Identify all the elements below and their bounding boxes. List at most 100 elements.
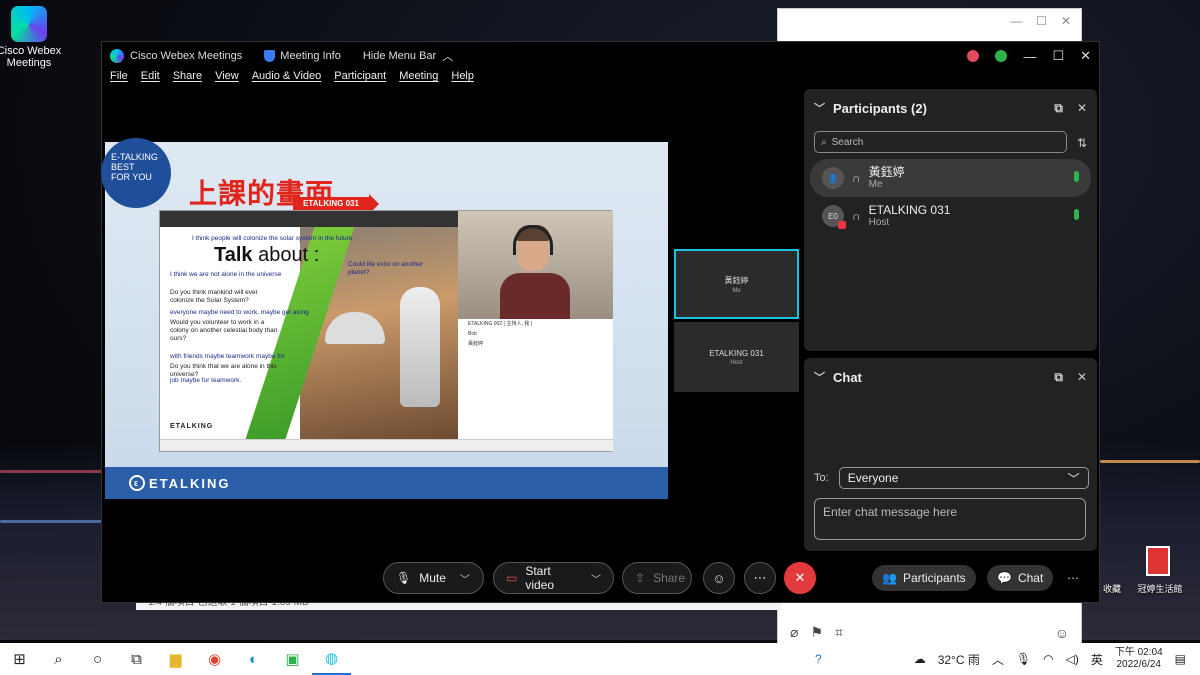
crop-icon[interactable]: ⌗	[835, 624, 843, 641]
meeting-info-button[interactable]: Meeting Info	[264, 50, 341, 62]
notification-icon[interactable]: ▤	[1175, 652, 1186, 666]
help-icon[interactable]: ?	[815, 652, 822, 666]
popout-icon[interactable]: ⧉	[1054, 370, 1063, 385]
popout-icon[interactable]: ⧉	[1054, 101, 1063, 116]
video-thumbnail-me[interactable]: 黃鈺婷 Me	[674, 249, 799, 319]
clock[interactable]: 下午 02:04 2022/6/24	[1115, 647, 1163, 671]
menu-view[interactable]: View	[215, 70, 239, 90]
participant-role: Me	[868, 179, 883, 190]
share-label: Share	[653, 571, 686, 585]
desktop-icon-label: Cisco Webex Meetings	[0, 45, 62, 69]
participants-icon: 👥	[882, 571, 897, 585]
participants-title: Participants (2)	[833, 100, 927, 116]
microphone-icon: 🎙	[396, 571, 412, 585]
participants-button[interactable]: 👥 Participants	[872, 565, 976, 591]
desktop-icon-label-right2[interactable]: 冠婷生活館	[1130, 582, 1190, 595]
overflow-menu-icon[interactable]: ⋯	[1067, 571, 1079, 585]
menu-share[interactable]: Share	[173, 70, 202, 90]
maximize-icon[interactable]: ☐	[1036, 14, 1047, 28]
collapse-chevron-icon[interactable]: ﹀	[814, 369, 825, 385]
menu-participant[interactable]: Participant	[334, 70, 386, 90]
lesson-line: job maybe for teamwork.	[170, 377, 242, 384]
minimize-icon[interactable]: —	[1023, 49, 1036, 64]
shield-icon	[264, 50, 276, 62]
cortana-icon[interactable]: ○	[78, 643, 117, 675]
volume-icon[interactable]: ◁)	[1066, 652, 1079, 666]
menu-file[interactable]: File	[110, 70, 128, 90]
participant-row[interactable]: E0 ∩ ETALKING 031 Host	[810, 197, 1091, 235]
share-button[interactable]: ⇪ Share	[622, 562, 692, 594]
start-video-button[interactable]: ▭ Start video ﹀	[493, 562, 614, 594]
windows-start-icon[interactable]: ⊞	[0, 643, 39, 675]
file-explorer-icon[interactable]: ▆	[156, 643, 195, 675]
menu-bar: File Edit Share View Audio & Video Parti…	[102, 70, 1099, 90]
microphone-icon[interactable]: 🎙	[1016, 652, 1031, 666]
chrome-icon[interactable]: ◉	[195, 643, 234, 675]
search-icon: ⌕	[821, 136, 827, 148]
menu-audio-video[interactable]: Audio & Video	[252, 70, 322, 90]
chevron-down-icon[interactable]: ﹀	[460, 571, 470, 586]
badge-line: E-TALKING	[111, 152, 158, 162]
end-meeting-button[interactable]: ✕	[784, 562, 816, 594]
minimize-icon[interactable]: —	[1010, 14, 1022, 28]
chat-button[interactable]: 💬 Chat	[987, 565, 1054, 591]
participant-name: 黃鈺婷	[868, 165, 905, 179]
chat-recipient-select[interactable]: Everyone ﹀	[838, 467, 1089, 489]
windows-taskbar: ⊞ ⌕ ○ ⧉ ▆ ◉ ◐ ▣ ◍ ? ☁ 32°C 雨 ︿ 🎙 ◠ ◁) 英 …	[0, 643, 1200, 675]
badge-line: BEST	[111, 162, 135, 172]
weather-text[interactable]: 32°C 雨	[938, 651, 980, 668]
search-icon[interactable]: ⌕	[39, 643, 78, 675]
talk-rest: about :	[258, 244, 320, 266]
lesson-line: I think we are not alone in the universe	[170, 271, 282, 278]
video-off-icon: ▭	[506, 571, 518, 585]
attach-icon[interactable]: ⌀	[790, 624, 798, 641]
chat-message-input[interactable]: Enter chat message here	[814, 498, 1086, 540]
weather-icon[interactable]: ☁	[914, 652, 926, 666]
chevron-down-icon: ﹀	[1067, 471, 1080, 486]
talk-about-heading: Talk about :	[214, 244, 319, 267]
inner-screenshot: I think people will colonize the solar s…	[159, 210, 613, 452]
video-thumbnail-host[interactable]: ETALKING 031 Host	[674, 322, 799, 392]
etalking-small-logo: ETALKING	[170, 423, 214, 430]
avatar: E0	[822, 205, 846, 229]
chevron-up-icon[interactable]: ︿	[992, 651, 1004, 668]
webex-taskbar-icon[interactable]: ◍	[312, 643, 351, 675]
menu-meeting[interactable]: Meeting	[399, 70, 438, 90]
close-panel-icon[interactable]: ✕	[1077, 101, 1087, 116]
webex-icon	[11, 6, 47, 42]
line-icon[interactable]: ▣	[273, 643, 312, 675]
more-options-button[interactable]: ⋯	[744, 562, 776, 594]
emoji-icon[interactable]: ☺	[1055, 625, 1069, 641]
hide-menu-bar-button[interactable]: Hide Menu Bar ︿	[363, 48, 453, 64]
close-icon[interactable]: ✕	[1061, 14, 1071, 28]
webex-logo-icon	[110, 49, 124, 63]
chat-recipient-value: Everyone	[847, 471, 899, 485]
sort-icon[interactable]: ⇅	[1077, 136, 1087, 150]
participants-panel: ﹀ Participants (2) ⧉ ✕ ⌕ Search ⇅ 👤 ∩ 黃鈺…	[804, 89, 1097, 351]
close-panel-icon[interactable]: ✕	[1077, 370, 1087, 385]
participant-row[interactable]: 👤 ∩ 黃鈺婷 Me	[810, 159, 1091, 197]
footer-logo-text: ETALKING	[149, 475, 231, 491]
edge-icon[interactable]: ◐	[234, 643, 273, 675]
chevron-down-icon[interactable]: ﹀	[591, 571, 601, 586]
audio-indicator-icon	[995, 50, 1008, 62]
lesson-line: everyone maybe need to work, maybe get a…	[170, 309, 309, 316]
mute-button[interactable]: 🎙 Mute ﹀	[383, 562, 484, 594]
ime-indicator[interactable]: 英	[1091, 651, 1103, 668]
close-icon[interactable]: ✕	[1080, 48, 1091, 64]
menu-help[interactable]: Help	[451, 70, 474, 90]
inner-participant: 黃鈺婷	[468, 341, 484, 347]
task-view-icon[interactable]: ⧉	[117, 643, 156, 675]
desktop-app-icon[interactable]	[1146, 546, 1170, 576]
bookmark-icon[interactable]: ⚑	[810, 624, 823, 641]
menu-edit[interactable]: Edit	[141, 70, 160, 90]
collapse-chevron-icon[interactable]: ﹀	[814, 100, 825, 116]
participant-search-input[interactable]: ⌕ Search	[814, 131, 1067, 153]
lesson-line: Would you volunteer to work in a colony …	[170, 319, 278, 342]
wifi-icon[interactable]: ◠	[1043, 652, 1053, 666]
mute-label: Mute	[419, 571, 446, 585]
desktop-icon-webex[interactable]: Cisco Webex Meetings	[0, 6, 62, 69]
chat-to-label: To:	[814, 472, 829, 484]
maximize-icon[interactable]: ☐	[1052, 48, 1064, 64]
reactions-button[interactable]: ☺	[703, 562, 735, 594]
